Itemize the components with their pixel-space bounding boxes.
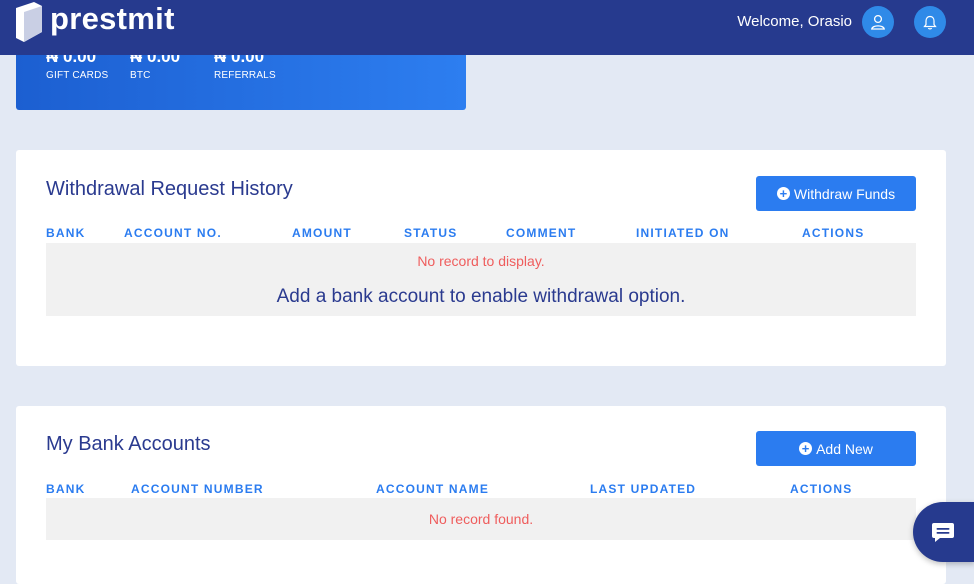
user-icon [871, 14, 885, 30]
withdrawal-history-panel: Withdrawal Request History + Withdraw Fu… [16, 150, 946, 366]
add-new-bank-button[interactable]: + Add New [756, 431, 916, 466]
brand-name: prestmit [50, 1, 175, 36]
column-header-initiated-on: INITIATED ON [636, 226, 730, 240]
balance-label: GIFT CARDS [46, 70, 109, 81]
button-label: Add New [816, 440, 873, 457]
column-header-status: STATUS [404, 226, 458, 240]
panel-title: My Bank Accounts [46, 433, 211, 455]
column-header-last-updated: LAST UPDATED [590, 482, 697, 496]
live-chat-button[interactable] [913, 502, 974, 562]
top-navbar: prestmit Welcome, Orasio [0, 0, 974, 55]
empty-state-text: No record to display. [417, 253, 545, 269]
profile-button[interactable] [862, 6, 894, 38]
logo-icon [16, 2, 42, 42]
brand-logo[interactable]: prestmit [16, 1, 175, 42]
column-header-actions: ACTIONS [802, 226, 865, 240]
add-bank-hint: Add a bank account to enable withdrawal … [276, 286, 686, 307]
button-label: Withdraw Funds [793, 185, 896, 202]
bank-accounts-panel: My Bank Accounts + Add New BANK ACCOUNT … [16, 406, 946, 584]
withdraw-funds-button[interactable]: + Withdraw Funds [756, 176, 916, 211]
notifications-button[interactable] [914, 6, 946, 38]
column-header-amount: AMOUNT [292, 226, 352, 240]
empty-table-row: No record to display. Add a bank account… [46, 243, 916, 316]
column-header-account-number: ACCOUNT NUMBER [131, 482, 264, 496]
chat-icon [932, 523, 954, 542]
empty-table-row: No record found. [46, 498, 916, 540]
empty-state-text: No record found. [428, 511, 534, 527]
panel-title: Withdrawal Request History [46, 178, 293, 200]
balance-label: REFERRALS [214, 70, 276, 81]
column-header-bank: BANK [46, 482, 86, 496]
plus-circle-icon: + [776, 187, 790, 200]
welcome-text: Welcome, Orasio [737, 13, 852, 30]
balance-label: BTC [130, 70, 151, 81]
column-header-account-name: ACCOUNT NAME [376, 482, 490, 496]
column-header-account-no: ACCOUNT NO. [124, 226, 222, 240]
plus-circle-icon: + [799, 442, 813, 455]
column-header-bank: BANK [46, 226, 86, 240]
column-header-actions: ACTIONS [790, 482, 853, 496]
column-header-comment: COMMENT [506, 226, 577, 240]
bell-icon [923, 15, 937, 29]
